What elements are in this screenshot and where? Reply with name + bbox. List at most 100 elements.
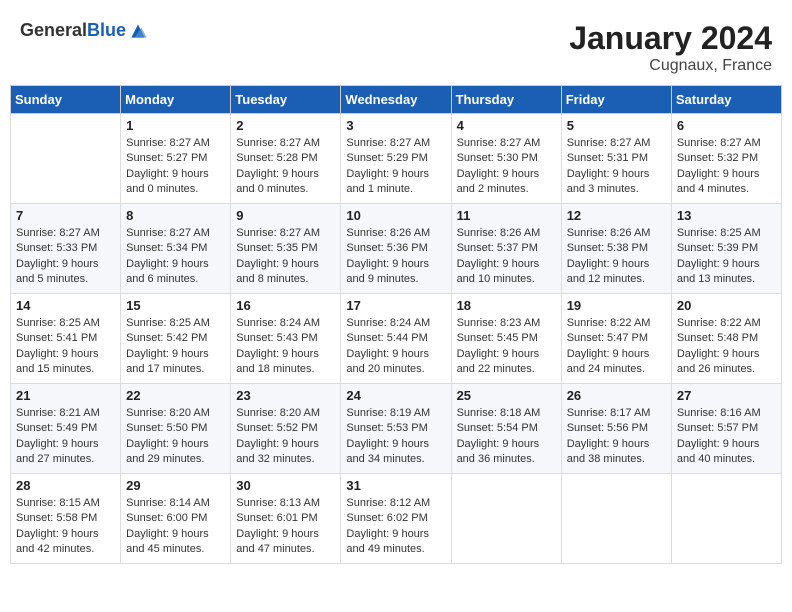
cell-content: Sunrise: 8:27 AMSunset: 5:30 PMDaylight:…: [457, 136, 556, 198]
calendar-cell: 31 Sunrise: 8:12 AMSunset: 6:02 PMDayligh…: [341, 474, 451, 564]
day-number: 2: [236, 118, 335, 133]
calendar-cell: 7 Sunrise: 8:27 AMSunset: 5:33 PMDaylight…: [11, 204, 121, 294]
calendar-week-row: 1Sunrise: 8:27 AMSunset: 5:27 PMDaylight…: [11, 114, 782, 204]
cell-content: Sunrise: 8:13 AMSunset: 6:01 PMDaylight:…: [236, 496, 335, 558]
day-number: 27: [677, 388, 776, 403]
logo-icon: [128, 21, 148, 41]
day-number: 21: [16, 388, 115, 403]
header-day-thursday: Thursday: [451, 86, 561, 114]
calendar-cell: 1Sunrise: 8:27 AMSunset: 5:27 PMDaylight…: [121, 114, 231, 204]
calendar-cell: 5 Sunrise: 8:27 AMSunset: 5:31 PMDaylight…: [561, 114, 671, 204]
cell-content: Sunrise: 8:27 AMSunset: 5:32 PMDaylight:…: [677, 136, 776, 198]
cell-content: Sunrise: 8:26 AMSunset: 5:37 PMDaylight:…: [457, 226, 556, 288]
calendar-cell: 14 Sunrise: 8:25 AMSunset: 5:41 PMDayligh…: [11, 294, 121, 384]
cell-content: Sunrise: 8:20 AMSunset: 5:50 PMDaylight:…: [126, 406, 225, 468]
header-day-friday: Friday: [561, 86, 671, 114]
cell-content: Sunrise: 8:25 AMSunset: 5:42 PMDaylight:…: [126, 316, 225, 378]
header-day-saturday: Saturday: [671, 86, 781, 114]
cell-content: Sunrise: 8:20 AMSunset: 5:52 PMDaylight:…: [236, 406, 335, 468]
calendar-cell: 6 Sunrise: 8:27 AMSunset: 5:32 PMDaylight…: [671, 114, 781, 204]
cell-content: Sunrise: 8:12 AMSunset: 6:02 PMDaylight:…: [346, 496, 445, 558]
day-number: 12: [567, 208, 666, 223]
day-number: 9: [236, 208, 335, 223]
day-number: 28: [16, 478, 115, 493]
calendar-cell: 19 Sunrise: 8:22 AMSunset: 5:47 PMDayligh…: [561, 294, 671, 384]
calendar-cell: 16 Sunrise: 8:24 AMSunset: 5:43 PMDayligh…: [231, 294, 341, 384]
cell-content: Sunrise: 8:23 AMSunset: 5:45 PMDaylight:…: [457, 316, 556, 378]
calendar-cell: 30 Sunrise: 8:13 AMSunset: 6:01 PMDayligh…: [231, 474, 341, 564]
cell-content: Sunrise: 8:25 AMSunset: 5:39 PMDaylight:…: [677, 226, 776, 288]
day-number: 7: [16, 208, 115, 223]
calendar-cell: 24 Sunrise: 8:19 AMSunset: 5:53 PMDayligh…: [341, 384, 451, 474]
calendar-week-row: 7 Sunrise: 8:27 AMSunset: 5:33 PMDaylight…: [11, 204, 782, 294]
month-title: January 2024: [569, 20, 772, 57]
calendar-table: SundayMondayTuesdayWednesdayThursdayFrid…: [10, 85, 782, 564]
calendar-cell: 11 Sunrise: 8:26 AMSunset: 5:37 PMDayligh…: [451, 204, 561, 294]
cell-content: Sunrise: 8:27 AMSunset: 5:33 PMDaylight:…: [16, 226, 115, 288]
day-number: 30: [236, 478, 335, 493]
cell-content: Sunrise: 8:27 AMSunset: 5:29 PMDaylight:…: [346, 136, 445, 198]
day-number: 16: [236, 298, 335, 313]
calendar-cell: 10 Sunrise: 8:26 AMSunset: 5:36 PMDayligh…: [341, 204, 451, 294]
cell-content: Sunrise: 8:24 AMSunset: 5:43 PMDaylight:…: [236, 316, 335, 378]
calendar-cell: 3 Sunrise: 8:27 AMSunset: 5:29 PMDaylight…: [341, 114, 451, 204]
cell-content: Sunrise: 8:19 AMSunset: 5:53 PMDaylight:…: [346, 406, 445, 468]
day-number: 17: [346, 298, 445, 313]
cell-content: Sunrise: 8:27 AMSunset: 5:28 PMDaylight:…: [236, 136, 335, 198]
calendar-cell: 13 Sunrise: 8:25 AMSunset: 5:39 PMDayligh…: [671, 204, 781, 294]
cell-content: Sunrise: 8:16 AMSunset: 5:57 PMDaylight:…: [677, 406, 776, 468]
day-number: 22: [126, 388, 225, 403]
day-number: 6: [677, 118, 776, 133]
calendar-cell: 25Sunrise: 8:18 AMSunset: 5:54 PMDayligh…: [451, 384, 561, 474]
calendar-cell: 28 Sunrise: 8:15 AMSunset: 5:58 PMDayligh…: [11, 474, 121, 564]
cell-content: Sunrise: 8:22 AMSunset: 5:48 PMDaylight:…: [677, 316, 776, 378]
cell-content: Sunrise: 8:26 AMSunset: 5:38 PMDaylight:…: [567, 226, 666, 288]
day-number: 3: [346, 118, 445, 133]
calendar-cell: [671, 474, 781, 564]
day-number: 4: [457, 118, 556, 133]
title-block: January 2024 Cugnaux, France: [569, 20, 772, 75]
calendar-cell: [451, 474, 561, 564]
cell-content: Sunrise: 8:27 AMSunset: 5:31 PMDaylight:…: [567, 136, 666, 198]
cell-content: Sunrise: 8:27 AMSunset: 5:35 PMDaylight:…: [236, 226, 335, 288]
calendar-cell: 21Sunrise: 8:21 AMSunset: 5:49 PMDayligh…: [11, 384, 121, 474]
calendar-cell: 9 Sunrise: 8:27 AMSunset: 5:35 PMDaylight…: [231, 204, 341, 294]
calendar-week-row: 14 Sunrise: 8:25 AMSunset: 5:41 PMDayligh…: [11, 294, 782, 384]
calendar-cell: [561, 474, 671, 564]
cell-content: Sunrise: 8:26 AMSunset: 5:36 PMDaylight:…: [346, 226, 445, 288]
logo-general: GeneralBlue: [20, 20, 126, 41]
day-number: 5: [567, 118, 666, 133]
calendar-cell: 12 Sunrise: 8:26 AMSunset: 5:38 PMDayligh…: [561, 204, 671, 294]
cell-content: Sunrise: 8:14 AMSunset: 6:00 PMDaylight:…: [126, 496, 225, 558]
day-number: 8: [126, 208, 225, 223]
day-number: 31: [346, 478, 445, 493]
calendar-cell: 4 Sunrise: 8:27 AMSunset: 5:30 PMDaylight…: [451, 114, 561, 204]
calendar-week-row: 28 Sunrise: 8:15 AMSunset: 5:58 PMDayligh…: [11, 474, 782, 564]
calendar-cell: 15 Sunrise: 8:25 AMSunset: 5:42 PMDayligh…: [121, 294, 231, 384]
day-number: 10: [346, 208, 445, 223]
day-number: 11: [457, 208, 556, 223]
day-number: 19: [567, 298, 666, 313]
calendar-header-row: SundayMondayTuesdayWednesdayThursdayFrid…: [11, 86, 782, 114]
logo: GeneralBlue: [20, 20, 148, 41]
calendar-cell: 20 Sunrise: 8:22 AMSunset: 5:48 PMDayligh…: [671, 294, 781, 384]
header-day-sunday: Sunday: [11, 86, 121, 114]
day-number: 1: [126, 118, 225, 133]
cell-content: Sunrise: 8:15 AMSunset: 5:58 PMDaylight:…: [16, 496, 115, 558]
day-number: 24: [346, 388, 445, 403]
calendar-week-row: 21Sunrise: 8:21 AMSunset: 5:49 PMDayligh…: [11, 384, 782, 474]
calendar-cell: 17 Sunrise: 8:24 AMSunset: 5:44 PMDayligh…: [341, 294, 451, 384]
cell-content: Sunrise: 8:24 AMSunset: 5:44 PMDaylight:…: [346, 316, 445, 378]
day-number: 29: [126, 478, 225, 493]
day-number: 20: [677, 298, 776, 313]
page-header: GeneralBlue January 2024 Cugnaux, France: [10, 10, 782, 80]
cell-content: Sunrise: 8:27 AMSunset: 5:34 PMDaylight:…: [126, 226, 225, 288]
day-number: 15: [126, 298, 225, 313]
day-number: 26: [567, 388, 666, 403]
cell-content: Sunrise: 8:22 AMSunset: 5:47 PMDaylight:…: [567, 316, 666, 378]
day-number: 18: [457, 298, 556, 313]
day-number: 14: [16, 298, 115, 313]
day-number: 13: [677, 208, 776, 223]
cell-content: Sunrise: 8:25 AMSunset: 5:41 PMDaylight:…: [16, 316, 115, 378]
cell-content: Sunrise: 8:17 AMSunset: 5:56 PMDaylight:…: [567, 406, 666, 468]
